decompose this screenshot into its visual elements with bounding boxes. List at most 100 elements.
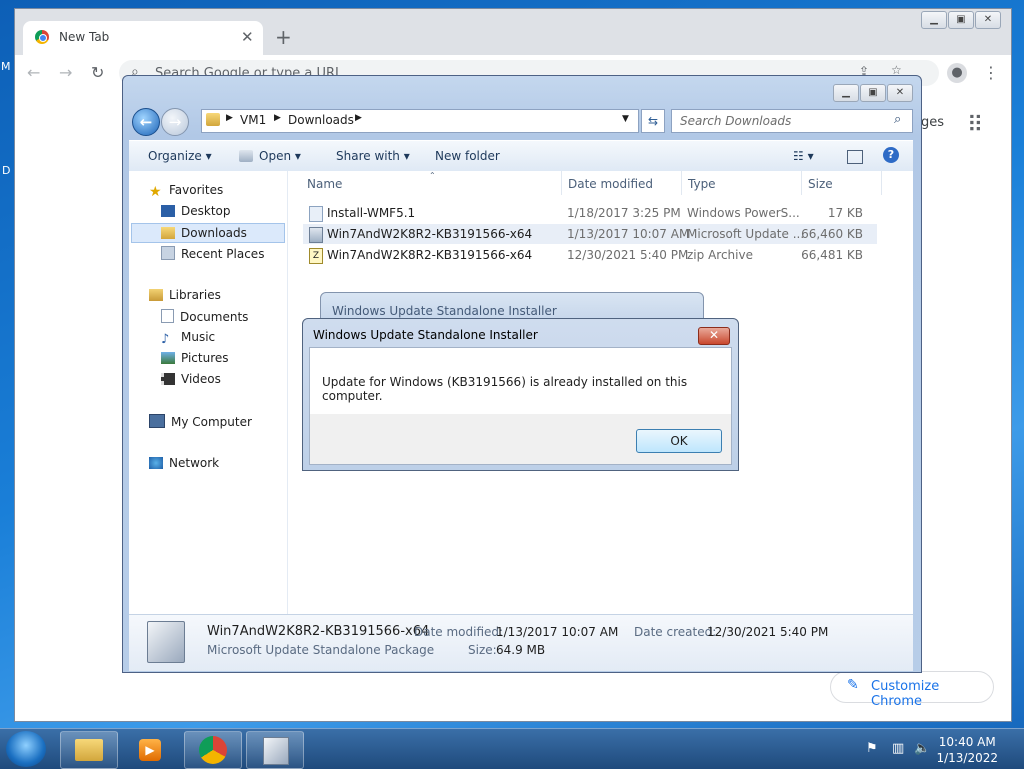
tab-title: New Tab [59,30,110,44]
maximize-button[interactable]: ▣ [948,11,974,29]
forward-arrow-icon[interactable]: → [59,63,72,82]
column-type[interactable]: Type [688,177,716,191]
column-size[interactable]: Size [808,177,833,191]
close-tab-icon[interactable]: ✕ [241,28,254,46]
apps-grid-icon[interactable]: ⠿ [967,113,983,138]
navigation-pane: ★ Favorites Desktop Downloads Recent Plac… [129,171,288,614]
back-button[interactable]: ← [132,108,160,136]
nav-videos[interactable]: Videos [161,372,221,386]
minimize-button[interactable]: ▁ [833,84,859,102]
dialog-close-button[interactable]: ✕ [698,327,730,345]
explorer-icon [75,739,103,761]
search-placeholder: Search Downloads [680,114,792,128]
maximize-button[interactable]: ▣ [860,84,886,102]
tab-new-tab[interactable]: New Tab ✕ [23,21,263,55]
search-icon: ⌕ [894,112,902,127]
network-tray-icon[interactable]: ▥ [892,741,904,756]
sort-ascending-icon: ⌃ [429,171,436,180]
column-divider [881,171,882,195]
search-downloads-input[interactable]: Search Downloads ⌕ [671,109,913,133]
taskbar-media-player[interactable]: ▶ [122,731,180,769]
view-options-icon[interactable]: ☷ ▾ [793,149,814,163]
forward-button[interactable]: → [161,108,189,136]
chrome-icon [199,736,227,764]
breadcrumb-downloads[interactable]: Downloads [288,113,354,127]
file-date: 1/18/2017 3:25 PM [567,206,681,220]
desktop-edge-label: M [1,60,11,73]
customize-chrome-button[interactable]: ✎ Customize Chrome [830,671,994,709]
installer-icon [263,737,289,765]
breadcrumb-arrow-icon: ▶ [226,113,233,123]
organize-menu[interactable]: Organize ▾ [148,149,212,163]
star-icon: ★ [149,184,162,200]
nav-libraries[interactable]: Libraries [149,288,221,302]
nav-recent-places-label: Recent Places [181,247,265,261]
tab-strip: New Tab ✕ + ▁ ▣ ✕ [15,9,1011,55]
start-button[interactable] [6,731,46,767]
file-size: 17 KB [827,206,863,220]
minimize-button[interactable]: ▁ [921,11,947,29]
details-date-created-label: Date created: [634,625,717,639]
file-row[interactable]: Install-WMF5.1 1/18/2017 3:25 PM Windows… [303,203,877,223]
ok-button[interactable]: OK [636,429,722,453]
address-dropdown-icon[interactable]: ▼ [622,114,629,124]
file-name: Install-WMF5.1 [327,206,416,220]
system-clock[interactable]: 10:40 AM 1/13/2022 [936,734,998,766]
nav-pictures[interactable]: Pictures [161,351,229,365]
details-date-modified: 1/13/2017 10:07 AM [496,625,619,639]
taskbar-installer[interactable] [246,731,304,769]
zip-archive-icon: Z [309,248,323,264]
taskbar-chrome[interactable] [184,731,242,769]
nav-music-label: Music [181,330,216,344]
computer-icon [149,414,165,428]
breadcrumb-vm1[interactable]: VM1 [240,113,266,127]
action-center-flag-icon[interactable]: ⚑ [866,741,878,756]
installer-dialog: Windows Update Standalone Installer ✕ Up… [302,318,739,471]
nav-downloads[interactable]: Downloads [131,223,285,243]
column-divider [681,171,682,195]
breadcrumb-arrow-icon: ▶ [274,113,281,123]
open-menu[interactable]: Open ▾ [239,149,301,163]
reload-icon[interactable]: ↻ [91,63,104,82]
new-tab-button[interactable]: + [275,25,292,49]
nav-favorites-label: Favorites [169,183,224,197]
file-row[interactable]: Z Win7AndW2K8R2-KB3191566-x64 12/30/2021… [303,245,877,265]
nav-documents[interactable]: Documents [161,309,248,324]
taskbar-explorer[interactable] [60,731,118,769]
help-icon[interactable]: ? [883,147,899,163]
share-with-menu[interactable]: Share with ▾ [336,149,410,163]
nav-network-label: Network [169,456,220,470]
nav-network[interactable]: Network [149,456,219,470]
nav-my-computer[interactable]: My Computer [149,414,252,429]
file-row-selected[interactable]: Win7AndW2K8R2-KB3191566-x64 1/13/2017 10… [303,224,877,244]
clock-date: 1/13/2022 [936,751,998,765]
volume-icon[interactable]: 🔈 [914,741,930,756]
refresh-icon[interactable]: ⇆ [641,109,665,133]
update-package-large-icon [147,621,185,663]
explorer-window-controls: ▁ ▣ ✕ [832,84,913,102]
file-type: zip Archive [687,248,753,262]
column-divider [561,171,562,195]
command-bar: Organize ▾ Open ▾ Share with ▾ New folde… [129,140,913,172]
details-pane: Win7AndW2K8R2-KB3191566-x64 Microsoft Up… [129,614,913,671]
nav-desktop[interactable]: Desktop [161,204,231,218]
media-player-icon: ▶ [139,739,161,761]
file-date: 12/30/2021 5:40 PM [567,248,689,262]
desktop-icon [161,205,175,217]
column-name[interactable]: Name [307,177,342,191]
nav-favorites[interactable]: ★ Favorites [149,183,224,200]
close-button[interactable]: ✕ [887,84,913,102]
column-date-modified[interactable]: Date modified [568,177,653,191]
nav-music[interactable]: ♪ Music [161,330,216,347]
google-pages-link[interactable]: ges [921,115,944,130]
column-divider [801,171,802,195]
preview-pane-icon[interactable] [847,150,863,164]
profile-avatar-icon[interactable]: ● [947,63,967,83]
back-arrow-icon[interactable]: ← [27,63,40,82]
address-bar[interactable]: ▶ VM1 ▶ Downloads ▶ ▼ [201,109,639,133]
nav-recent-places[interactable]: Recent Places [161,246,264,261]
close-button[interactable]: ✕ [975,11,1001,29]
libraries-icon [149,289,163,301]
menu-kebab-icon[interactable]: ⋮ [983,63,999,82]
new-folder-button[interactable]: New folder [435,149,500,163]
